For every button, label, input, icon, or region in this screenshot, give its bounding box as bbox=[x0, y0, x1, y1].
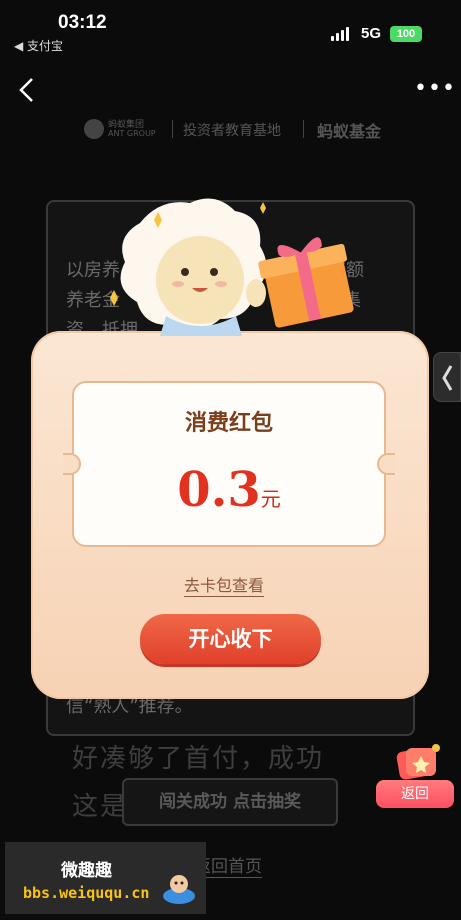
lottery-button[interactable]: 闯关成功 点击抽奖 bbox=[122, 778, 338, 826]
accept-button[interactable]: 开心收下 bbox=[140, 614, 321, 664]
divider bbox=[303, 120, 304, 138]
watermark-url: bbs.weiququ.cn bbox=[23, 884, 150, 902]
mascot-icon bbox=[161, 872, 197, 906]
side-drawer-tab[interactable] bbox=[433, 352, 461, 402]
back-to-app-link[interactable]: ◀ 支付宝 bbox=[14, 37, 63, 54]
more-options-icon[interactable]: ••• bbox=[414, 78, 455, 100]
return-widget[interactable]: 返回 bbox=[374, 738, 456, 812]
amount-value: 0.3 bbox=[177, 462, 261, 518]
signal-icon bbox=[331, 27, 353, 41]
article-bg-line: 好凑够了首付，成功 bbox=[72, 744, 325, 774]
mascot-illustration bbox=[82, 198, 378, 348]
ant-group-logo: 蚂蚁集团 ANT GROUP bbox=[84, 116, 164, 142]
battery-icon: 100 bbox=[390, 26, 422, 42]
amount-unit: 元 bbox=[260, 487, 281, 511]
coupon-title: 消费红包 bbox=[184, 411, 273, 436]
clock: 03:12 bbox=[58, 12, 107, 33]
divider bbox=[172, 120, 173, 138]
header-logos: 蚂蚁集团 ANT GROUP 投资者教育基地 蚂蚁基金 bbox=[0, 116, 461, 142]
view-card-pack-link[interactable]: 去卡包查看 bbox=[184, 572, 265, 597]
back-arrow-icon[interactable] bbox=[16, 76, 40, 104]
ant-logo-icon bbox=[84, 119, 104, 139]
watermark-title: 微趣趣 bbox=[61, 861, 112, 881]
article-bg-line: 这是 bbox=[72, 792, 129, 822]
return-button[interactable]: 返回 bbox=[376, 780, 454, 808]
gift-icon bbox=[392, 742, 440, 782]
network-type: 5G bbox=[361, 25, 382, 42]
status-bar: 03:12 ◀ 支付宝 5G 100 bbox=[0, 0, 461, 58]
coupon-amount: 0.3元 bbox=[72, 462, 386, 518]
ant-group-en: ANT GROUP bbox=[108, 129, 156, 138]
investor-education-base: 投资者教育基地 bbox=[183, 123, 281, 139]
ant-fund-logo: 蚂蚁基金 bbox=[317, 122, 382, 141]
watermark: 微趣趣 bbs.weiququ.cn bbox=[5, 842, 206, 914]
